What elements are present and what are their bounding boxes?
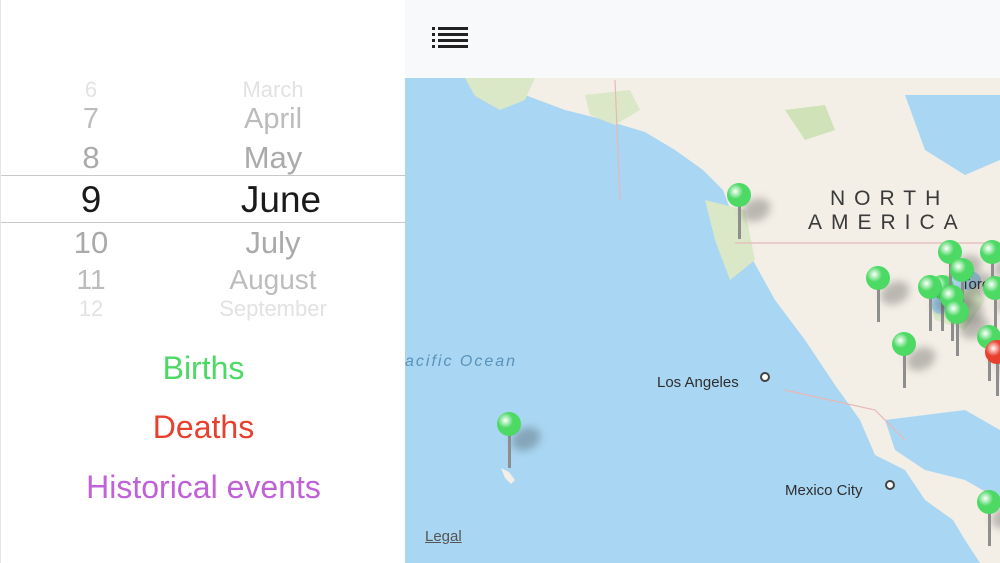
- pin-head: [918, 275, 942, 299]
- map-land: [465, 78, 1000, 563]
- birth-pin[interactable]: [497, 412, 545, 470]
- continent-label: NORTH AMERICA: [808, 187, 967, 235]
- picker-selection-bottom-line: [1, 222, 406, 223]
- death-pin[interactable]: [985, 340, 1000, 398]
- historical-events-filter[interactable]: Historical events: [1, 469, 406, 506]
- continent-label-line1: NORTH: [830, 187, 950, 210]
- pin-head: [983, 276, 1000, 300]
- picker-day: 7: [82, 102, 100, 135]
- map-toolbar: [405, 0, 1000, 78]
- births-filter[interactable]: Births: [1, 350, 406, 387]
- picker-month-selected: June: [240, 179, 322, 220]
- pin-needle: [996, 360, 999, 396]
- picker-day-selected: 9: [80, 179, 102, 220]
- picker-selection-top-line: [1, 175, 406, 176]
- birth-pin[interactable]: [866, 266, 914, 324]
- birth-pin[interactable]: [892, 332, 940, 390]
- picker-day: 11: [76, 264, 106, 295]
- picker-row[interactable]: 8 May: [1, 140, 406, 176]
- picker-row[interactable]: 12 September: [1, 296, 406, 321]
- city-dot: [760, 372, 770, 382]
- picker-row[interactable]: 7 April: [1, 102, 406, 136]
- pin-needle: [877, 286, 880, 322]
- legal-link[interactable]: Legal: [425, 528, 462, 545]
- pin-head: [985, 340, 1000, 364]
- birth-pin[interactable]: [945, 300, 993, 358]
- picker-day: 12: [78, 296, 104, 321]
- picker-month: May: [243, 140, 303, 175]
- picker-row[interactable]: 6 March: [1, 77, 406, 102]
- pin-needle: [903, 352, 906, 388]
- deaths-filter[interactable]: Deaths: [1, 409, 406, 446]
- picker-row-selected[interactable]: 9 June: [1, 178, 406, 222]
- picker-day: 6: [84, 77, 98, 102]
- pin-head: [727, 183, 751, 207]
- picker-month: July: [245, 225, 301, 260]
- pin-head: [977, 490, 1000, 514]
- picker-day: 8: [82, 140, 100, 175]
- picker-month: April: [243, 102, 303, 135]
- pin-head: [980, 240, 1000, 264]
- city-label-los-angeles: Los Angeles: [657, 374, 739, 391]
- pin-needle: [738, 203, 741, 239]
- picker-month: March: [242, 77, 304, 102]
- birth-pin[interactable]: [918, 275, 966, 333]
- pin-head: [497, 412, 521, 436]
- birth-pin[interactable]: [727, 183, 775, 241]
- picker-row[interactable]: 11 August: [1, 263, 406, 297]
- picker-day: 10: [73, 225, 109, 260]
- ocean-label: acific Ocean: [405, 353, 518, 370]
- city-label-mexico-city: Mexico City: [785, 482, 863, 499]
- date-panel: 6 March 7 April 8 May 9 June 10 July 11 …: [0, 0, 406, 563]
- pin-head: [950, 258, 974, 282]
- picker-row[interactable]: 10 July: [1, 225, 406, 261]
- map-view[interactable]: NORTH AMERICA acific Ocean Los Angeles T…: [405, 0, 1000, 563]
- pin-needle: [956, 320, 959, 356]
- list-icon[interactable]: [432, 25, 468, 51]
- date-picker[interactable]: 6 March 7 April 8 May 9 June 10 July 11 …: [1, 74, 406, 324]
- pin-head: [892, 332, 916, 356]
- picker-month: August: [229, 264, 317, 295]
- picker-month: September: [219, 296, 327, 321]
- pin-head: [866, 266, 890, 290]
- pin-head: [945, 300, 969, 324]
- continent-label-line2: AMERICA: [808, 211, 967, 234]
- pin-needle: [988, 510, 991, 546]
- pin-needle: [929, 295, 932, 331]
- city-dot: [885, 480, 895, 490]
- birth-pin[interactable]: [977, 490, 1000, 548]
- pin-needle: [508, 432, 511, 468]
